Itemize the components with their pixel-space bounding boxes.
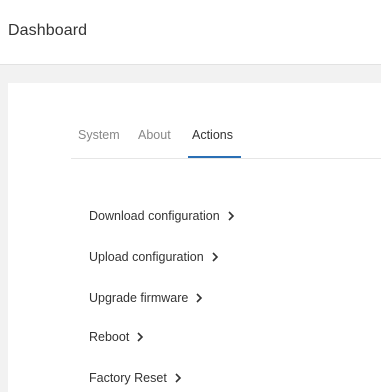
chevron-right-icon — [174, 373, 182, 383]
action-label: Download configuration — [89, 209, 220, 223]
chevron-right-icon — [211, 252, 219, 262]
action-upload-configuration[interactable]: Upload configuration — [89, 250, 219, 264]
action-reboot[interactable]: Reboot — [89, 330, 144, 344]
tab-actions[interactable]: Actions — [192, 128, 233, 142]
page-title: Dashboard — [8, 22, 88, 39]
action-label: Reboot — [89, 330, 130, 344]
action-upgrade-firmware[interactable]: Upgrade firmware — [89, 291, 203, 305]
action-download-configuration[interactable]: Download configuration — [89, 209, 235, 223]
action-label: Upgrade firmware — [89, 291, 189, 305]
action-label: Upload configuration — [89, 250, 204, 264]
chevron-right-icon — [136, 332, 144, 342]
chevron-right-icon — [195, 293, 203, 303]
tab-system[interactable]: System — [78, 128, 120, 142]
active-tab-indicator — [188, 156, 241, 158]
top-header: Dashboard — [0, 0, 381, 65]
action-factory-reset[interactable]: Factory Reset — [89, 371, 182, 385]
chevron-right-icon — [227, 211, 235, 221]
action-label: Factory Reset — [89, 371, 167, 385]
tab-about[interactable]: About — [138, 128, 171, 142]
tab-bar: System About Actions — [71, 128, 381, 159]
